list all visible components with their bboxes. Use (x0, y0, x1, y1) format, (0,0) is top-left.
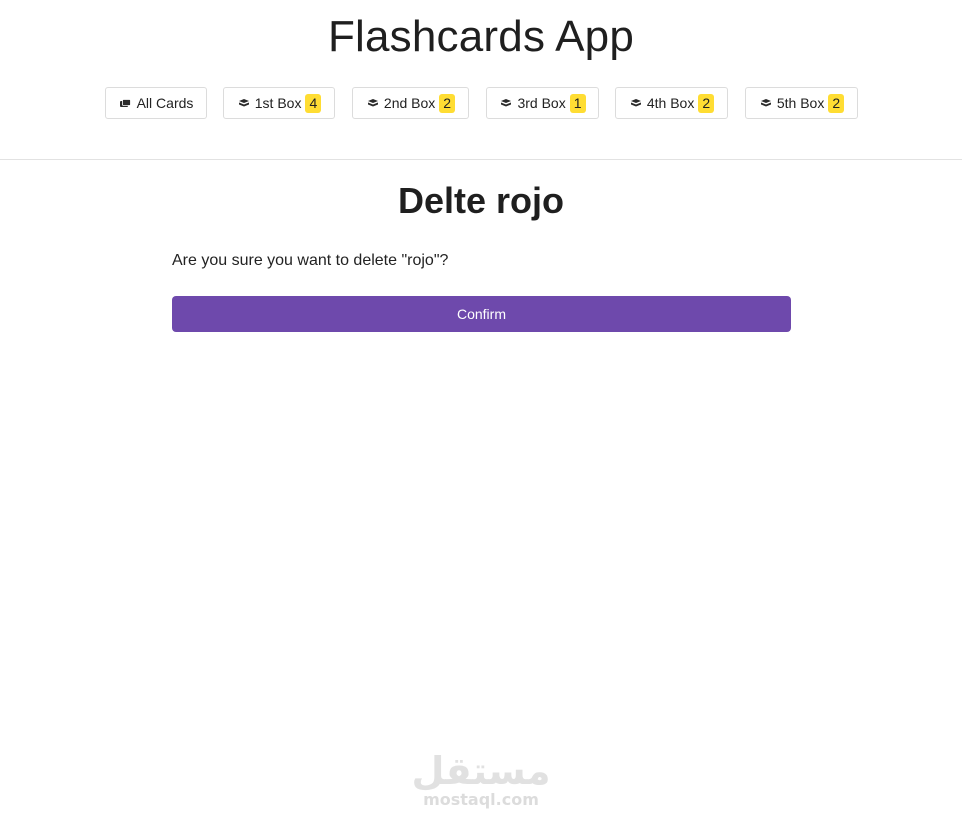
watermark-domain: mostaql.com (423, 790, 539, 809)
confirm-button[interactable]: Confirm (172, 296, 791, 332)
nav-label: 1st Box (254, 95, 302, 111)
box-icon (499, 96, 513, 110)
nav-label: All Cards (136, 95, 194, 111)
count-badge: 2 (828, 93, 845, 113)
box-icon (237, 96, 251, 110)
count-badge: 4 (305, 93, 322, 113)
nav-label: 5th Box (776, 95, 825, 111)
box-icon (759, 96, 773, 110)
nav-box-3-button[interactable]: 3rd Box 1 (486, 87, 599, 119)
count-badge: 2 (439, 93, 456, 113)
app-header: Flashcards App All Cards 1st Box 4 2nd B… (0, 0, 962, 160)
count-badge: 1 (569, 93, 586, 113)
nav-box-2-button[interactable]: 2nd Box 2 (352, 87, 469, 119)
nav-box-4-button[interactable]: 4th Box 2 (615, 87, 728, 119)
page-title: Delte rojo (397, 180, 565, 221)
box-icon (366, 96, 380, 110)
watermark-logo: مستقل (411, 749, 551, 793)
nav-label: 3rd Box (517, 95, 566, 111)
count-badge: 2 (698, 93, 715, 113)
cards-stack-icon (119, 96, 133, 110)
nav-label: 4th Box (646, 95, 695, 111)
box-icon (629, 96, 643, 110)
nav-box-5-button[interactable]: 5th Box 2 (745, 87, 858, 119)
nav-box-1-button[interactable]: 1st Box 4 (223, 87, 335, 119)
box-navigation: All Cards 1st Box 4 2nd Box 2 3rd Box 1 (0, 87, 962, 119)
app-title: Flashcards App (327, 12, 635, 61)
delete-confirmation-text: Are you sure you want to delete "rojo"? (172, 252, 449, 269)
nav-all-cards-button[interactable]: All Cards (105, 87, 207, 119)
nav-label: 2nd Box (383, 95, 436, 111)
watermark: مستقل mostaql.com (0, 752, 962, 809)
